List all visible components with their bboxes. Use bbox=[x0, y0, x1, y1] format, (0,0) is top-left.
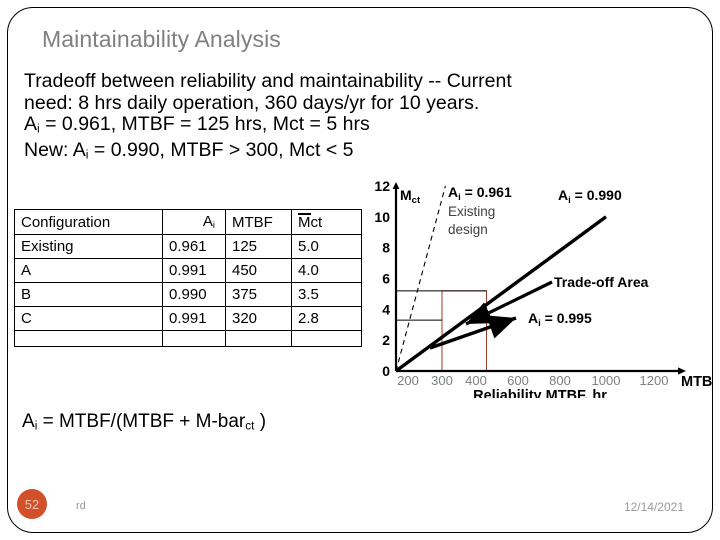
series-sublabel-existing: Existing bbox=[448, 204, 495, 219]
table-row: C 0.991 320 2.8 bbox=[14, 306, 362, 331]
x-tick-1000: 1000 bbox=[592, 373, 621, 388]
cell-ai: 0.990 bbox=[162, 282, 226, 307]
cell-mct: 4.0 bbox=[291, 258, 362, 283]
annotation-tradeoff-area: Trade-off Area bbox=[554, 274, 649, 290]
series-line-ai-0990 bbox=[394, 215, 608, 373]
y-tick-6: 6 bbox=[382, 271, 390, 287]
cell-mtbf: 125 bbox=[225, 234, 292, 259]
column-header-mtbf: MTBF bbox=[225, 209, 292, 235]
y-axis-title: Mct bbox=[400, 187, 421, 206]
y-axis-arrowhead bbox=[392, 182, 400, 189]
footer-author: rd bbox=[76, 500, 86, 512]
y-tick-10: 10 bbox=[374, 209, 390, 225]
tradeoff-chart: 12 10 8 6 4 2 0 200 300 400 600 800 1000… bbox=[368, 178, 712, 398]
x-axis-end-label: MTBF bbox=[681, 374, 712, 390]
cell-configuration: C bbox=[14, 306, 163, 331]
cell-mtbf: 375 bbox=[225, 282, 292, 307]
body-line-2: need: 8 hrs daily operation, 360 days/yr… bbox=[24, 91, 480, 114]
x-tick-200: 200 bbox=[397, 373, 419, 388]
series-label-ai-0961: Ai = 0.961 bbox=[448, 184, 512, 203]
table-spacer-cell bbox=[291, 330, 362, 347]
x-axis-title: Reliability MTBF, hr bbox=[473, 388, 607, 398]
table-row: Existing 0.961 125 5.0 bbox=[14, 234, 362, 259]
cell-mct: 2.8 bbox=[291, 306, 362, 331]
x-tick-600: 600 bbox=[507, 373, 529, 388]
table-spacer-row bbox=[14, 330, 362, 347]
table-header-row: Configuration Ai MTBF Mct bbox=[14, 209, 362, 235]
y-tick-12: 12 bbox=[374, 178, 390, 194]
x-tick-1200: 1200 bbox=[640, 373, 669, 388]
slide: Maintainability Analysis Tradeoff betwee… bbox=[0, 0, 720, 540]
y-tick-0: 0 bbox=[382, 363, 390, 379]
y-tick-8: 8 bbox=[382, 240, 390, 256]
formula-prefix: A bbox=[22, 411, 35, 432]
configuration-table: Configuration Ai MTBF Mct Existing 0.961 1… bbox=[14, 209, 362, 347]
formula-suffix: ) bbox=[254, 411, 267, 432]
cell-ai: 0.961 bbox=[162, 234, 226, 259]
cell-configuration: Existing bbox=[14, 234, 163, 259]
body-line-4: New: Ai = 0.990, MTBF > 300, Mct < 5 bbox=[24, 139, 704, 166]
table-spacer-cell bbox=[14, 330, 163, 347]
availability-formula: Ai = MTBF/(MTBF + M-barct ) bbox=[22, 411, 266, 433]
slide-body-text: Tradeoff between reliability and maintai… bbox=[24, 70, 704, 166]
column-header-ai: Ai bbox=[162, 209, 226, 235]
formula-rest: = MTBF/(MTBF + M-bar bbox=[37, 411, 246, 432]
column-header-configuration: Configuration bbox=[14, 209, 163, 235]
page-title: Maintainability Analysis bbox=[42, 26, 281, 52]
series-line-ai-0961 bbox=[395, 185, 446, 372]
cell-mct: 3.5 bbox=[291, 282, 362, 307]
table-row: B 0.990 375 3.5 bbox=[14, 282, 362, 307]
column-header-mct: Mct bbox=[291, 209, 362, 235]
column-header-mct-ct: ct bbox=[310, 214, 323, 231]
column-header-ai-text: A bbox=[202, 213, 213, 231]
cell-mct: 5.0 bbox=[291, 234, 362, 259]
series-line-ai-0995 bbox=[429, 315, 517, 350]
series-sublabel-design: design bbox=[448, 222, 488, 237]
slide-number-badge: 52 bbox=[17, 489, 47, 519]
body-line-1: Tradeoff between reliability and maintai… bbox=[24, 70, 512, 92]
table-spacer-cell bbox=[162, 330, 226, 347]
cell-configuration: B bbox=[14, 282, 163, 307]
column-header-ai-subscript: i bbox=[212, 220, 215, 231]
table-spacer-cell bbox=[225, 330, 292, 347]
body-line-3: Ai = 0.961, MTBF = 125 hrs, Mct = 5 hrs bbox=[24, 113, 704, 140]
cell-ai: 0.991 bbox=[162, 306, 226, 331]
series-label-ai-0995: Ai = 0.995 bbox=[528, 310, 592, 329]
x-tick-400: 400 bbox=[465, 373, 487, 388]
series-label-ai-0990: Ai = 0.990 bbox=[558, 187, 622, 206]
cell-mtbf: 320 bbox=[225, 306, 292, 331]
chart-svg: 12 10 8 6 4 2 0 200 300 400 600 800 1000… bbox=[374, 178, 712, 398]
column-header-mct-overbar: M bbox=[298, 213, 311, 231]
table-row: A 0.991 450 4.0 bbox=[14, 258, 362, 283]
y-tick-4: 4 bbox=[382, 301, 390, 317]
footer-date: 12/14/2021 bbox=[623, 500, 684, 514]
body-line-4-prefix: New: A bbox=[24, 139, 86, 162]
body-line-3-prefix: A bbox=[24, 113, 38, 135]
table-body: Existing 0.961 125 5.0 A 0.991 450 4.0 B 0.990 375… bbox=[14, 234, 362, 347]
cell-mtbf: 450 bbox=[225, 258, 292, 283]
y-tick-2: 2 bbox=[382, 332, 390, 348]
x-tick-300: 300 bbox=[431, 373, 453, 388]
cell-ai: 0.991 bbox=[162, 258, 226, 283]
body-line-4-rest: = 0.990, MTBF > 300, Mct < 5 bbox=[88, 139, 354, 162]
cell-configuration: A bbox=[14, 258, 163, 283]
x-tick-800: 800 bbox=[549, 373, 571, 388]
body-line-3-rest: = 0.961, MTBF = 125 hrs, Mct = 5 hrs bbox=[39, 113, 370, 135]
